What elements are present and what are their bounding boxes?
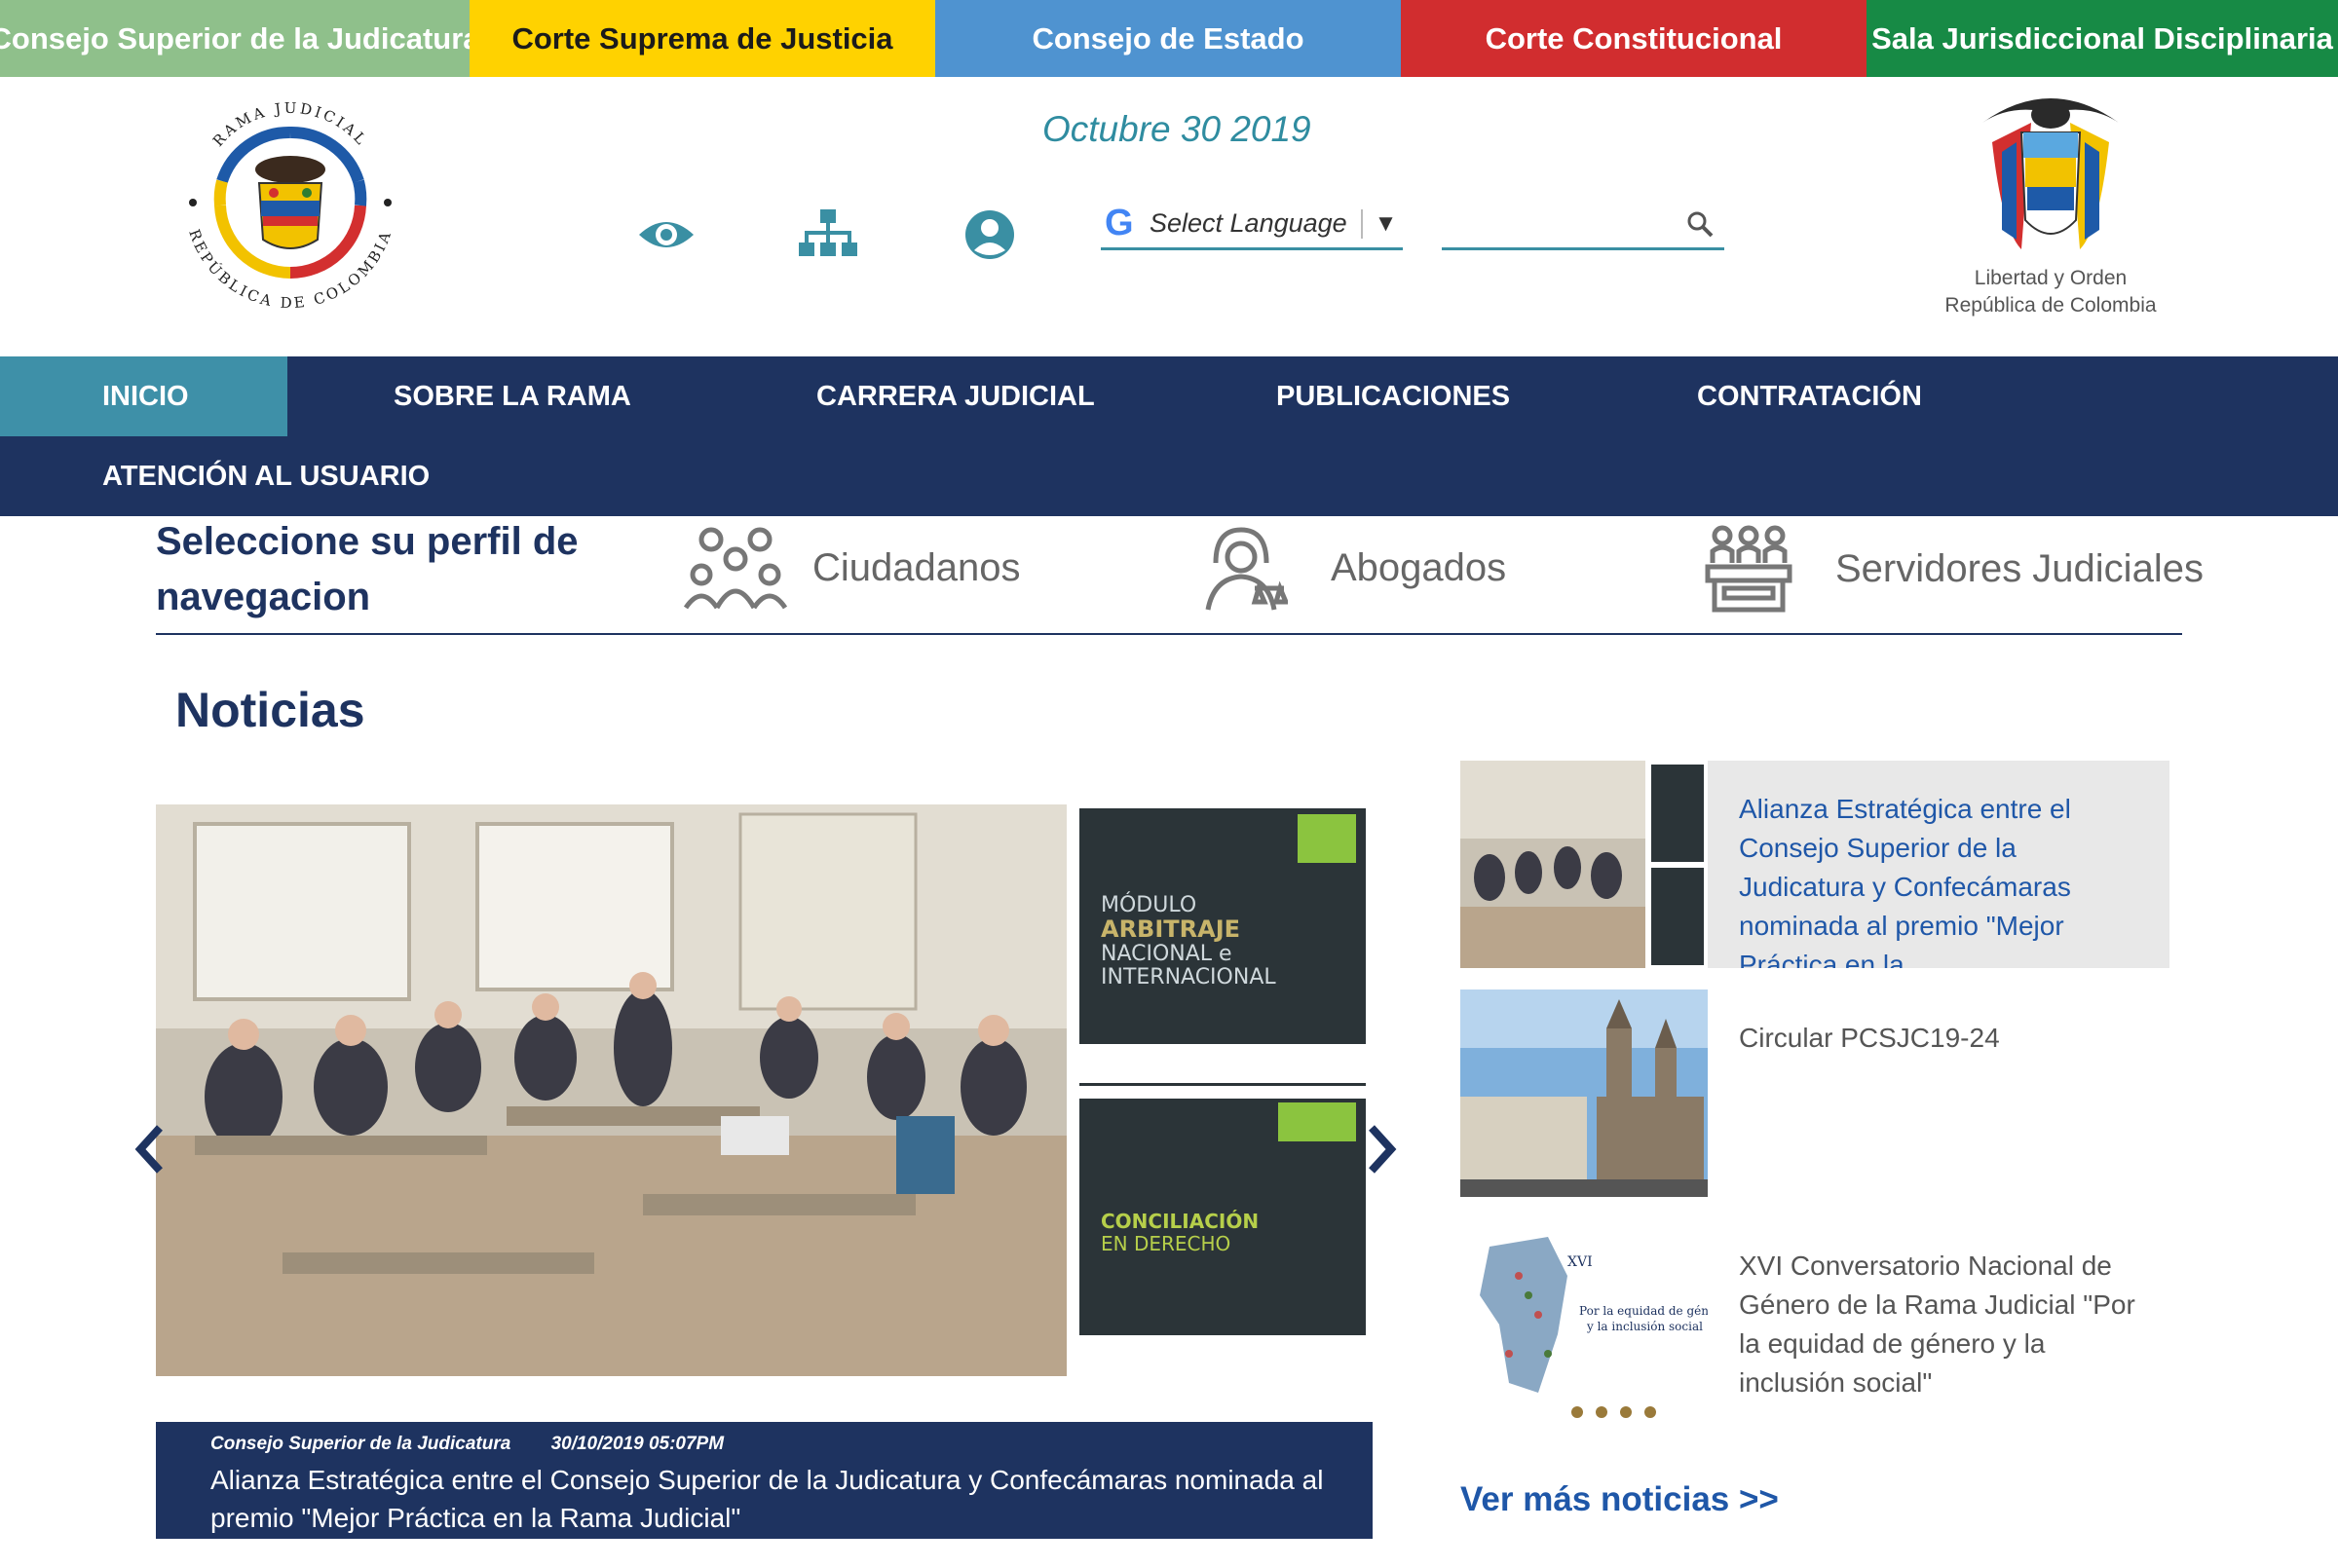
sitemap-icon[interactable] [797, 206, 859, 263]
poster-line3: y la inclusión social [1586, 1320, 1703, 1333]
user-account-icon[interactable] [959, 206, 1021, 263]
hero-datetime: 30/10/2019 05:07PM [550, 1434, 725, 1454]
language-separator [1360, 208, 1363, 239]
dropdown-arrow-icon: ▼ [1374, 209, 1398, 237]
profile-abogados[interactable]: Abogados [1194, 524, 1506, 612]
search-input[interactable] [1442, 200, 1666, 246]
current-date: Octubre 30 2019 [1042, 109, 1311, 149]
book1-line2: ARBITRAJE [1101, 915, 1240, 943]
side-news-item[interactable]: Alianza Estratégica entre el Consejo Sup… [1460, 761, 2169, 968]
poster-line1: XVI [1567, 1254, 1593, 1270]
link-sala-disciplinaria[interactable]: Sala Jurisdiccional Disciplinaria [1867, 0, 2338, 77]
book2-line2: EN DERECHO [1101, 1232, 1230, 1255]
accessibility-eye-icon[interactable] [635, 206, 698, 263]
link-consejo-estado[interactable]: Consejo de Estado [935, 0, 1401, 77]
language-label: Select Language [1150, 208, 1347, 238]
coat-caption-line2: República de Colombia [1944, 294, 2157, 317]
nav-item-inicio[interactable]: INICIO [0, 356, 287, 436]
side-news-title: XVI Conversatorio Nacional de Género de … [1739, 1251, 2135, 1398]
book2-line1: CONCILIACIÓN [1101, 1210, 1259, 1233]
news-section-title: Noticias [175, 683, 365, 737]
nav-item-contratacion[interactable]: CONTRATACIÓN [1697, 356, 1922, 436]
search-icon[interactable] [1685, 209, 1715, 243]
lawyer-icon [1205, 527, 1288, 611]
profile-divider [156, 633, 2182, 635]
profile-label-ciudadanos: Ciudadanos [812, 546, 1021, 589]
link-corte-suprema[interactable]: Corte Suprema de Justicia [470, 0, 935, 77]
book1-line4: INTERNACIONAL [1101, 965, 1276, 989]
side-news-thumbnail [1460, 989, 1708, 1197]
carousel-prev-arrow-icon[interactable] [131, 1120, 170, 1178]
hero-headline[interactable]: Alianza Estratégica entre el Consejo Sup… [210, 1461, 1340, 1537]
link-consejo-superior[interactable]: Consejo Superior de la Judicatura [0, 0, 480, 77]
nav-item-publicaciones[interactable]: PUBLICACIONES [1276, 356, 1510, 436]
side-news-item[interactable]: Circular PCSJC19-24 [1460, 989, 2169, 1197]
profile-label-servidores: Servidores Judiciales [1835, 547, 2204, 590]
book1-line3: NACIONAL e [1101, 942, 1232, 966]
profile-servidores[interactable]: Servidores Judiciales [1705, 524, 2204, 614]
search-box [1442, 200, 1724, 250]
top-institution-bar: Consejo Superior de la Judicatura Corte … [0, 0, 2338, 77]
main-navigation: INICIO SOBRE LA RAMA CARRERA JUDICIAL PU… [0, 356, 2338, 516]
carousel-next-arrow-icon[interactable] [1362, 1120, 1401, 1178]
news-hero-image[interactable]: MÓDULO ARBITRAJE NACIONAL e INTERNACIONA… [156, 804, 1373, 1376]
court-icon [1705, 525, 1792, 613]
poster-line2: Por la equidad de género [1579, 1304, 1708, 1318]
side-news-thumbnail [1460, 761, 1708, 968]
colombia-coat-of-arms[interactable]: Libertad y Orden República de Colombia [1939, 84, 2163, 317]
book1-line1: MÓDULO [1101, 892, 1196, 917]
coat-caption-line1: Libertad y Orden [1974, 267, 2128, 289]
group-icon [683, 527, 788, 610]
more-news-link[interactable]: Ver más noticias >> [1460, 1480, 1779, 1519]
hero-caption-meta: Consejo Superior de la Judicatura 30/10/… [210, 1432, 1373, 1457]
link-corte-constitucional[interactable]: Corte Constitucional [1401, 0, 1867, 77]
hero-source: Consejo Superior de la Judicatura [210, 1434, 511, 1454]
nav-item-carrera-judicial[interactable]: CARRERA JUDICIAL [816, 356, 1095, 436]
profile-selector-title: Seleccione su perfil de navegacion [156, 520, 579, 618]
side-news-title: Alianza Estratégica entre el Consejo Sup… [1739, 794, 2071, 968]
profile-ciudadanos[interactable]: Ciudadanos [682, 524, 1021, 612]
rama-judicial-logo[interactable]: RAMA JUDICIAL REPÚBLICA DE COLOMBIA [164, 84, 417, 322]
hero-caption[interactable]: Consejo Superior de la Judicatura 30/10/… [156, 1422, 1373, 1539]
side-news-item[interactable]: XVI Por la equidad de género y la inclus… [1460, 1217, 2169, 1425]
side-news-thumbnail: XVI Por la equidad de género y la inclus… [1460, 1217, 1708, 1425]
nav-item-sobre-la-rama[interactable]: SOBRE LA RAMA [394, 356, 631, 436]
side-news-title: Circular PCSJC19-24 [1739, 1023, 2000, 1053]
google-g-icon: G [1105, 203, 1134, 243]
nav-item-atencion-usuario[interactable]: ATENCIÓN AL USUARIO [102, 436, 430, 516]
profile-label-abogados: Abogados [1331, 546, 1507, 589]
language-selector[interactable]: G Select Language ▼ [1101, 200, 1403, 250]
